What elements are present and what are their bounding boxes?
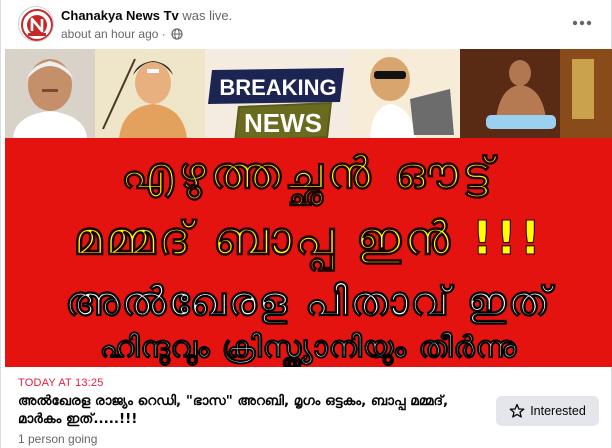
event-date: TODAY AT 13:25 xyxy=(18,377,104,389)
banner-breaking-text: BREAKING xyxy=(219,75,336,100)
interested-button[interactable]: Interested xyxy=(496,396,599,426)
portrait-image xyxy=(5,49,95,138)
post-title-line: Chanakya News Tv was live. xyxy=(61,8,232,23)
event-going-count[interactable]: 1 person going xyxy=(18,432,97,446)
seated-person-image xyxy=(460,49,612,138)
chanakya-logo-icon xyxy=(21,9,53,41)
interested-label: Interested xyxy=(530,404,586,418)
page-avatar[interactable] xyxy=(18,6,54,42)
event-title[interactable]: അൽഖേരള രാജ്യം റെഡി, "ഭാസ" അറബി, മൃഗം ഒട്… xyxy=(18,392,478,428)
post-timestamp[interactable]: about an hour ago xyxy=(61,27,158,41)
banner-news-text: NEWS xyxy=(244,108,322,138)
photo-collage: BREAKING NEWS xyxy=(5,49,612,142)
event-thumbnail[interactable]: BREAKING NEWS എഴുത്തച്ഛൻ ഔട്ട് മമ്മദ് ബാ… xyxy=(5,49,612,367)
globe-icon[interactable] xyxy=(171,28,183,43)
live-event-post: Chanakya News Tv was live. about an hour… xyxy=(0,0,612,448)
headline-line-4: ഹിന്ദുവും ക്രിസ്ത്യാനിയും തീർന്നു xyxy=(99,330,518,366)
illustration-image xyxy=(95,49,205,138)
headline-line-3: അൽഖേരള പിതാവ് ഇത് xyxy=(65,279,552,326)
more-options-button[interactable] xyxy=(567,8,597,38)
caricature-image xyxy=(350,49,460,138)
live-status-text: was live. xyxy=(182,8,233,23)
page-name-link[interactable]: Chanakya News Tv xyxy=(61,8,179,23)
post-header: Chanakya News Tv was live. about an hour… xyxy=(1,0,612,48)
star-icon xyxy=(509,403,525,418)
headline-line-2: മമ്മദ് ബാപ്പ ഇൻ !!! xyxy=(73,211,544,266)
post-meta: about an hour ago · xyxy=(61,27,183,43)
headline-line-1: എഴുത്തച്ഛൻ ഔട്ട് xyxy=(121,148,496,200)
breaking-news-banner: BREAKING NEWS xyxy=(208,68,344,142)
more-horizontal-icon xyxy=(572,20,592,26)
